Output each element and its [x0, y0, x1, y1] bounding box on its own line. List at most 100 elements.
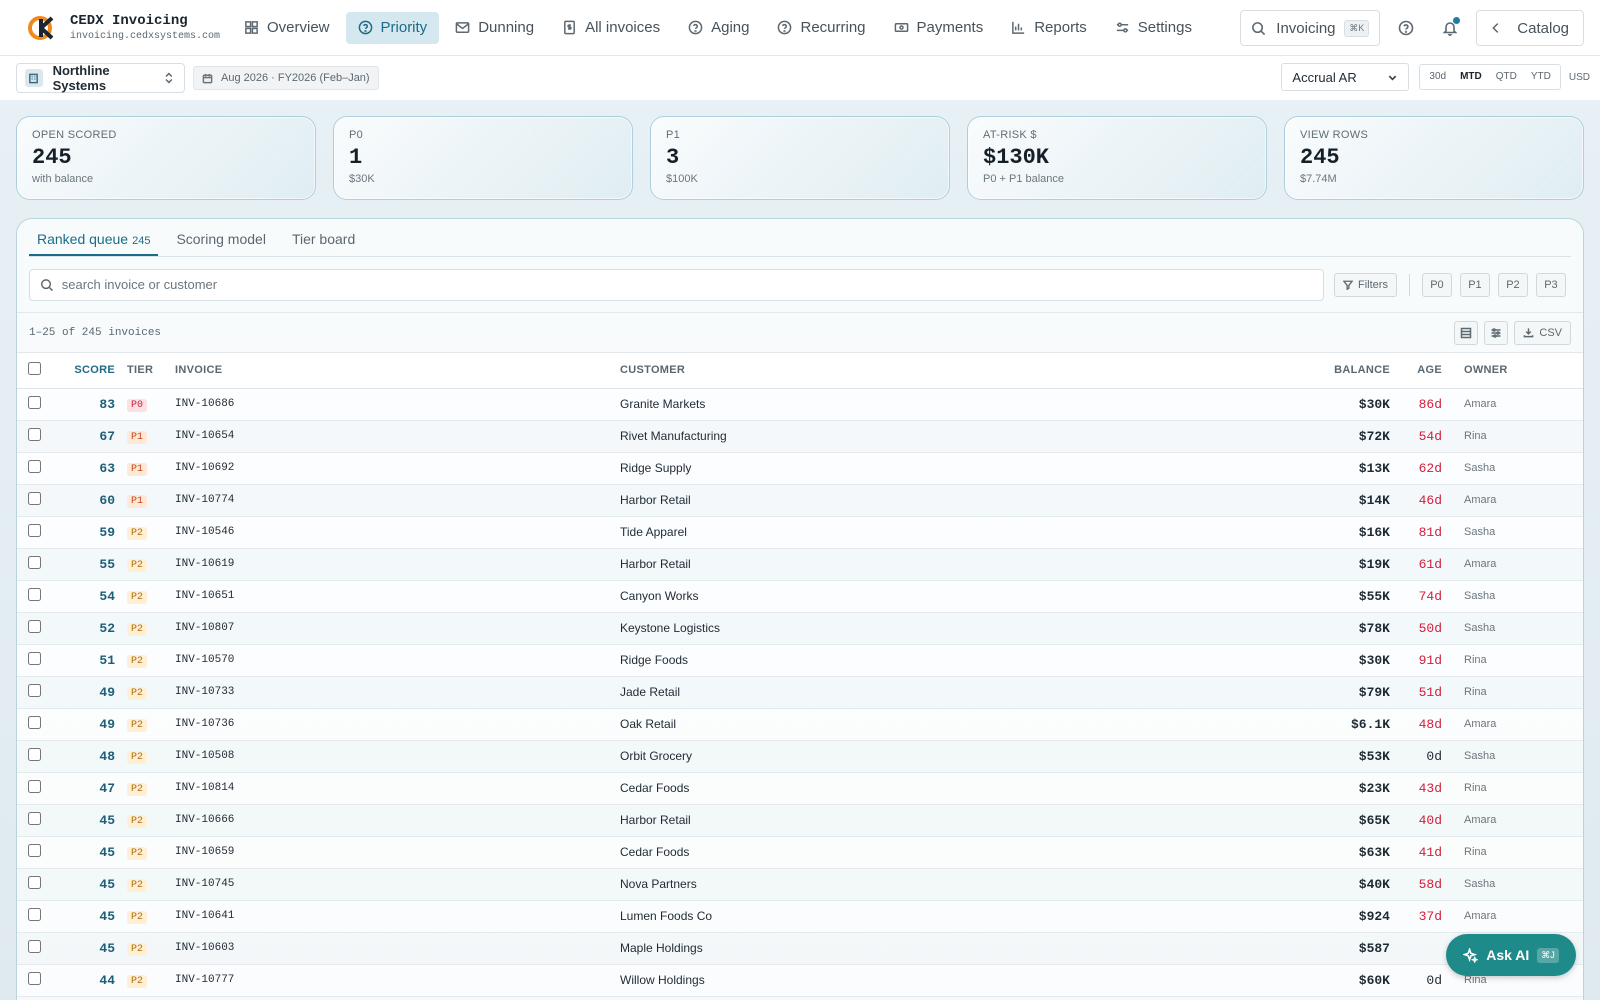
- table-row[interactable]: 49 P2 INV-10733 Jade Retail $79K 51d Rina: [17, 676, 1583, 708]
- col-score[interactable]: SCORE: [59, 353, 127, 389]
- row-checkbox[interactable]: [28, 588, 41, 601]
- range-30d[interactable]: 30d: [1422, 67, 1453, 87]
- col-owner[interactable]: OWNER: [1456, 353, 1583, 389]
- row-checkbox[interactable]: [28, 876, 41, 889]
- select-all-checkbox[interactable]: [28, 362, 41, 376]
- table-row[interactable]: 54 P2 INV-10651 Canyon Works $55K 74d Sasha: [17, 580, 1583, 612]
- nav-tab-reports[interactable]: Reports: [999, 12, 1099, 44]
- table-row[interactable]: 52 P2 INV-10807 Keystone Logistics $78K 50d Sa…: [17, 612, 1583, 644]
- table-row[interactable]: 59 P2 INV-10546 Tide Apparel $16K 81d Sasha: [17, 516, 1583, 548]
- tier-filter-p3[interactable]: P3: [1535, 272, 1566, 297]
- row-invoice[interactable]: INV-10814: [175, 772, 620, 804]
- row-checkbox[interactable]: [28, 396, 41, 409]
- period-chip[interactable]: Aug 2026 · FY2026 (Feb–Jan): [193, 66, 379, 90]
- notifications-button[interactable]: [1432, 10, 1468, 46]
- col-tier[interactable]: TIER: [127, 353, 175, 389]
- table-row[interactable]: 45 P2 INV-10659 Cedar Foods $63K 41d Rina: [17, 836, 1583, 868]
- catalog-button[interactable]: Catalog: [1476, 10, 1584, 46]
- row-checkbox[interactable]: [28, 460, 41, 473]
- row-invoice[interactable]: INV-10666: [175, 804, 620, 836]
- row-checkbox[interactable]: [28, 972, 41, 985]
- row-invoice[interactable]: INV-10546: [175, 516, 620, 548]
- tab-ranked-queue[interactable]: Ranked queue 245: [29, 231, 159, 256]
- row-checkbox[interactable]: [28, 716, 41, 729]
- tier-filter-p2[interactable]: P2: [1497, 272, 1528, 297]
- table-row[interactable]: 45 P2 INV-10745 Nova Partners $40K 58d Sasha: [17, 868, 1583, 900]
- table-row[interactable]: 48 P2 INV-10508 Orbit Grocery $53K 0d Sasha: [17, 740, 1583, 772]
- row-checkbox[interactable]: [28, 428, 41, 441]
- nav-tab-aging[interactable]: Aging: [676, 12, 761, 44]
- row-checkbox[interactable]: [28, 652, 41, 665]
- global-search-button[interactable]: Invoicing ⌘K: [1240, 10, 1381, 46]
- range-mtd[interactable]: MTD: [1453, 67, 1489, 87]
- table-row[interactable]: 83 P0 INV-10686 Granite Markets $30K 86d Amara: [17, 388, 1583, 420]
- row-checkbox[interactable]: [28, 556, 41, 569]
- row-invoice[interactable]: INV-10654: [175, 420, 620, 452]
- table-row[interactable]: 45 P2 INV-10641 Lumen Foods Co $924 37d Amara: [17, 900, 1583, 932]
- row-invoice[interactable]: INV-10641: [175, 900, 620, 932]
- row-invoice[interactable]: INV-10659: [175, 836, 620, 868]
- row-invoice[interactable]: INV-10736: [175, 708, 620, 740]
- row-invoice[interactable]: INV-10651: [175, 580, 620, 612]
- queue-search-input[interactable]: [61, 277, 1313, 292]
- nav-tab-overview[interactable]: Overview: [232, 12, 342, 44]
- row-invoice[interactable]: INV-10619: [175, 548, 620, 580]
- table-row[interactable]: 44 P2 INV-10777 Willow Holdings $60K 0d Rina: [17, 964, 1583, 996]
- col-customer[interactable]: CUSTOMER: [620, 353, 1310, 389]
- row-invoice[interactable]: INV-10745: [175, 868, 620, 900]
- nav-tab-dunning[interactable]: Dunning: [443, 12, 546, 44]
- col-balance[interactable]: BALANCE: [1310, 353, 1398, 389]
- density-button[interactable]: [1454, 320, 1479, 345]
- row-checkbox[interactable]: [28, 684, 41, 697]
- row-checkbox[interactable]: [28, 620, 41, 633]
- row-checkbox[interactable]: [28, 492, 41, 505]
- table-row[interactable]: 45 P2 INV-10666 Harbor Retail $65K 40d Amara: [17, 804, 1583, 836]
- row-checkbox[interactable]: [28, 908, 41, 921]
- table-row[interactable]: 45 P2 INV-10603 Maple Holdings $587: [17, 932, 1583, 964]
- table-row[interactable]: 67 P1 INV-10654 Rivet Manufacturing $72K 54d R…: [17, 420, 1583, 452]
- basis-select[interactable]: Accrual AR: [1281, 63, 1410, 91]
- row-checkbox[interactable]: [28, 812, 41, 825]
- nav-tab-settings[interactable]: Settings: [1103, 12, 1204, 44]
- nav-tab-all-invoices[interactable]: All invoices: [550, 12, 672, 44]
- row-checkbox[interactable]: [28, 844, 41, 857]
- table-row[interactable]: 47 P2 INV-10814 Cedar Foods $23K 43d Rina: [17, 772, 1583, 804]
- tier-filter-p0[interactable]: P0: [1421, 272, 1452, 297]
- row-invoice[interactable]: INV-10774: [175, 484, 620, 516]
- col-invoice[interactable]: INVOICE: [175, 353, 620, 389]
- tab-tier-board[interactable]: Tier board: [284, 231, 363, 256]
- table-row[interactable]: 49 P2 INV-10736 Oak Retail $6.1K 48d Amara: [17, 708, 1583, 740]
- nav-tab-priority[interactable]: Priority: [345, 11, 440, 44]
- table-row[interactable]: 60 P1 INV-10774 Harbor Retail $14K 46d Amara: [17, 484, 1583, 516]
- ask-ai-button[interactable]: Ask AI ⌘J: [1446, 934, 1576, 976]
- row-invoice[interactable]: INV-10686: [175, 388, 620, 420]
- row-checkbox[interactable]: [28, 780, 41, 793]
- row-invoice[interactable]: INV-10603: [175, 932, 620, 964]
- table-row[interactable]: 63 P1 INV-10692 Ridge Supply $13K 62d Sasha: [17, 452, 1583, 484]
- row-checkbox[interactable]: [28, 748, 41, 761]
- row-invoice[interactable]: INV-10692: [175, 452, 620, 484]
- help-button[interactable]: [1388, 10, 1424, 46]
- row-invoice[interactable]: INV-10807: [175, 612, 620, 644]
- row-checkbox[interactable]: [28, 524, 41, 537]
- brand[interactable]: CEDX Invoicing invoicing.cedxsystems.com: [0, 13, 232, 42]
- row-owner: Rina: [1464, 846, 1487, 858]
- range-qtd[interactable]: QTD: [1489, 67, 1524, 87]
- row-invoice[interactable]: INV-10570: [175, 644, 620, 676]
- table-row[interactable]: 51 P2 INV-10570 Ridge Foods $30K 91d Rina: [17, 644, 1583, 676]
- row-checkbox[interactable]: [28, 940, 41, 953]
- table-row[interactable]: 55 P2 INV-10619 Harbor Retail $19K 61d Amara: [17, 548, 1583, 580]
- columns-button[interactable]: [1484, 320, 1509, 345]
- nav-tab-recurring[interactable]: Recurring: [765, 12, 877, 44]
- tab-scoring-model[interactable]: Scoring model: [168, 231, 274, 256]
- row-invoice[interactable]: INV-10733: [175, 676, 620, 708]
- row-invoice[interactable]: INV-10508: [175, 740, 620, 772]
- org-selector[interactable]: Northline Systems: [16, 63, 185, 93]
- row-invoice[interactable]: INV-10777: [175, 964, 620, 996]
- export-csv-button[interactable]: CSV: [1514, 320, 1571, 345]
- range-ytd[interactable]: YTD: [1524, 67, 1558, 87]
- filters-button[interactable]: Filters: [1334, 272, 1397, 297]
- tier-filter-p1[interactable]: P1: [1459, 272, 1490, 297]
- col-age[interactable]: AGE: [1398, 353, 1456, 389]
- nav-tab-payments[interactable]: Payments: [882, 12, 996, 44]
